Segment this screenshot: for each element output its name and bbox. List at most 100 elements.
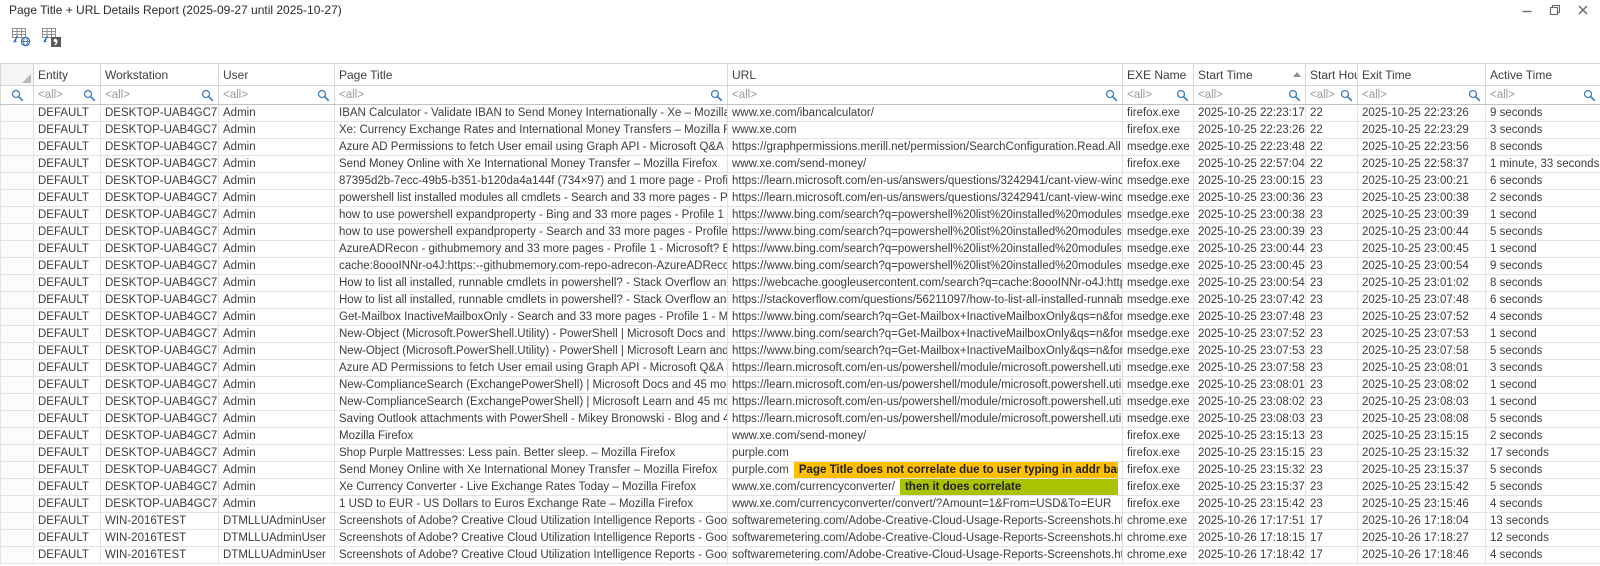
column-header-exit_time[interactable]: Exit Time bbox=[1358, 64, 1486, 86]
table-row[interactable]: DEFAULTDESKTOP-UAB4GC7Adminpowershell li… bbox=[1, 190, 1600, 207]
search-filter-icon[interactable] bbox=[201, 89, 214, 102]
column-header-user[interactable]: User bbox=[219, 64, 335, 86]
search-filter-icon[interactable] bbox=[1340, 89, 1353, 102]
filter-cell-entity[interactable]: <all> bbox=[34, 86, 101, 105]
toolbar bbox=[0, 22, 1600, 65]
table-row[interactable]: DEFAULTDESKTOP-UAB4GC7AdminNew-Complianc… bbox=[1, 394, 1600, 411]
column-header-start_time[interactable]: Start Time bbox=[1194, 64, 1306, 86]
export-grid-to-file-icon bbox=[41, 27, 62, 47]
column-header-entity[interactable]: Entity bbox=[34, 64, 101, 86]
cell-active-time: 5 seconds bbox=[1486, 343, 1600, 360]
cell-exit-time: 2025-10-25 23:00:45 bbox=[1358, 241, 1486, 258]
column-header-start_hour[interactable]: Start Hour bbox=[1306, 64, 1358, 86]
url-text: https://www.bing.com/search?q=Get-Mailbo… bbox=[732, 343, 1123, 359]
filter-cell-user[interactable]: <all> bbox=[219, 86, 335, 105]
table-row[interactable]: DEFAULTDESKTOP-UAB4GC7AdminXe: Currency … bbox=[1, 122, 1600, 139]
column-header-exe_name[interactable]: EXE Name bbox=[1123, 64, 1194, 86]
cell-exe-name: firefox.exe bbox=[1123, 462, 1194, 479]
row-indicator-cell bbox=[1, 462, 34, 479]
filter-cell-page_title[interactable]: <all> bbox=[335, 86, 728, 105]
table-row[interactable]: DEFAULTDESKTOP-UAB4GC7AdminSend Money On… bbox=[1, 462, 1600, 479]
column-header-label: User bbox=[223, 68, 248, 82]
table-row[interactable]: DEFAULTDESKTOP-UAB4GC7Admin1 USD to EUR … bbox=[1, 496, 1600, 513]
cell-start-hour: 23 bbox=[1306, 326, 1358, 343]
column-header-active_time[interactable]: Active Time bbox=[1486, 64, 1600, 86]
search-filter-icon[interactable] bbox=[1468, 89, 1481, 102]
column-header-page_title[interactable]: Page Title bbox=[335, 64, 728, 86]
cell-start-time: 2025-10-25 23:00:45 bbox=[1194, 258, 1306, 275]
table-row[interactable]: DEFAULTDESKTOP-UAB4GC7Admincache:8oooINN… bbox=[1, 258, 1600, 275]
table-row[interactable]: DEFAULTDESKTOP-UAB4GC7AdminNew-Object (M… bbox=[1, 343, 1600, 360]
table-row[interactable]: DEFAULTWIN-2016TESTDTMLLUAdminUserScreen… bbox=[1, 530, 1600, 547]
table-row[interactable]: DEFAULTDESKTOP-UAB4GC7AdminShop Purple M… bbox=[1, 445, 1600, 462]
row-indicator-cell bbox=[1, 445, 34, 462]
export-grid-to-web-button[interactable] bbox=[9, 25, 33, 49]
cell-workstation: DESKTOP-UAB4GC7 bbox=[101, 309, 219, 326]
table-row[interactable]: DEFAULTDESKTOP-UAB4GC7AdminNew-Object (M… bbox=[1, 326, 1600, 343]
filter-cell-start_time[interactable]: <all> bbox=[1194, 86, 1306, 105]
cell-exit-time: 2025-10-25 23:08:02 bbox=[1358, 377, 1486, 394]
table-row[interactable]: DEFAULTDESKTOP-UAB4GC7Adminhow to use po… bbox=[1, 224, 1600, 241]
cell-exit-time: 2025-10-25 23:00:38 bbox=[1358, 190, 1486, 207]
cell-start-time: 2025-10-25 23:15:32 bbox=[1194, 462, 1306, 479]
search-filter-icon[interactable] bbox=[1288, 89, 1301, 102]
search-filter-icon[interactable] bbox=[317, 89, 330, 102]
cell-page-title: Screenshots of Adobe? Creative Cloud Uti… bbox=[335, 513, 728, 530]
cell-workstation: DESKTOP-UAB4GC7 bbox=[101, 360, 219, 377]
table-row[interactable]: DEFAULTDESKTOP-UAB4GC7AdminHow to list a… bbox=[1, 292, 1600, 309]
filter-cell-active_time[interactable]: <all> bbox=[1486, 86, 1600, 105]
filter-cell-workstation[interactable]: <all> bbox=[101, 86, 219, 105]
table-row[interactable]: DEFAULTDESKTOP-UAB4GC7AdminXe Currency C… bbox=[1, 479, 1600, 496]
table-row[interactable]: DEFAULTDESKTOP-UAB4GC7AdminAzure AD Perm… bbox=[1, 139, 1600, 156]
table-row[interactable]: DEFAULTDESKTOP-UAB4GC7AdminHow to list a… bbox=[1, 275, 1600, 292]
filter-cell-url[interactable]: <all> bbox=[728, 86, 1123, 105]
filter-cell-exit_time[interactable]: <all> bbox=[1358, 86, 1486, 105]
cell-active-time: 17 seconds bbox=[1486, 445, 1600, 462]
cell-start-hour: 17 bbox=[1306, 547, 1358, 564]
select-all-corner[interactable] bbox=[1, 64, 34, 86]
cell-url: https://www.bing.com/search?q=Get-Mailbo… bbox=[728, 309, 1123, 326]
search-filter-icon[interactable] bbox=[1583, 89, 1596, 102]
table-row[interactable]: DEFAULTWIN-2016TESTDTMLLUAdminUserScreen… bbox=[1, 513, 1600, 530]
table-row[interactable]: DEFAULTDESKTOP-UAB4GC7Admin87395d2b-7ecc… bbox=[1, 173, 1600, 190]
url-text: https://learn.microsoft.com/en-us/answer… bbox=[732, 173, 1123, 189]
row-indicator-cell bbox=[1, 360, 34, 377]
url-text: https://learn.microsoft.com/en-us/answer… bbox=[732, 190, 1123, 206]
restore-icon bbox=[1549, 4, 1561, 16]
cell-exe-name: msedge.exe bbox=[1123, 224, 1194, 241]
table-row[interactable]: DEFAULTDESKTOP-UAB4GC7AdminSaving Outloo… bbox=[1, 411, 1600, 428]
table-row[interactable]: DEFAULTDESKTOP-UAB4GC7AdminAzure AD Perm… bbox=[1, 360, 1600, 377]
url-text: softwaremetering.com/Adobe-Creative-Clou… bbox=[732, 530, 1123, 546]
search-filter-icon[interactable] bbox=[83, 89, 96, 102]
cell-exit-time: 2025-10-25 23:15:32 bbox=[1358, 445, 1486, 462]
cell-start-time: 2025-10-25 23:08:03 bbox=[1194, 411, 1306, 428]
search-filter-icon[interactable] bbox=[1176, 89, 1189, 102]
close-button[interactable] bbox=[1575, 2, 1590, 17]
filter-value: <all> bbox=[339, 89, 364, 101]
table-row[interactable]: DEFAULTDESKTOP-UAB4GC7AdminGet-Mailbox I… bbox=[1, 309, 1600, 326]
table-row[interactable]: DEFAULTDESKTOP-UAB4GC7AdminSend Money On… bbox=[1, 156, 1600, 173]
table-row[interactable]: DEFAULTDESKTOP-UAB4GC7AdminIBAN Calculat… bbox=[1, 105, 1600, 122]
table-row[interactable]: DEFAULTDESKTOP-UAB4GC7AdminNew-Complianc… bbox=[1, 377, 1600, 394]
restore-button[interactable] bbox=[1547, 2, 1562, 17]
cell-exit-time: 2025-10-25 23:00:54 bbox=[1358, 258, 1486, 275]
cell-entity: DEFAULT bbox=[34, 513, 101, 530]
table-row[interactable]: DEFAULTWIN-2016TESTDTMLLUAdminUserScreen… bbox=[1, 547, 1600, 564]
table-row[interactable]: DEFAULTDESKTOP-UAB4GC7AdminMozilla Firef… bbox=[1, 428, 1600, 445]
filter-cell-start_hour[interactable]: <all> bbox=[1306, 86, 1358, 105]
search-filter-icon[interactable] bbox=[710, 89, 723, 102]
search-filter-icon[interactable] bbox=[11, 89, 24, 102]
url-text: https://learn.microsoft.com/en-us/powers… bbox=[732, 394, 1123, 410]
table-row[interactable]: DEFAULTDESKTOP-UAB4GC7Adminhow to use po… bbox=[1, 207, 1600, 224]
table-row[interactable]: DEFAULTDESKTOP-UAB4GC7AdminAzureADRecon … bbox=[1, 241, 1600, 258]
minimize-button[interactable] bbox=[1519, 2, 1534, 17]
column-header-workstation[interactable]: Workstation bbox=[101, 64, 219, 86]
export-grid-to-file-button[interactable] bbox=[39, 25, 63, 49]
cell-page-title: Xe Currency Converter - Live Exchange Ra… bbox=[335, 479, 728, 496]
search-filter-icon[interactable] bbox=[1105, 89, 1118, 102]
cell-exe-name: firefox.exe bbox=[1123, 496, 1194, 513]
column-header-url[interactable]: URL bbox=[728, 64, 1123, 86]
filter-cell-exe_name[interactable]: <all> bbox=[1123, 86, 1194, 105]
cell-start-hour: 23 bbox=[1306, 241, 1358, 258]
filter-cell-indicator[interactable] bbox=[1, 86, 34, 105]
